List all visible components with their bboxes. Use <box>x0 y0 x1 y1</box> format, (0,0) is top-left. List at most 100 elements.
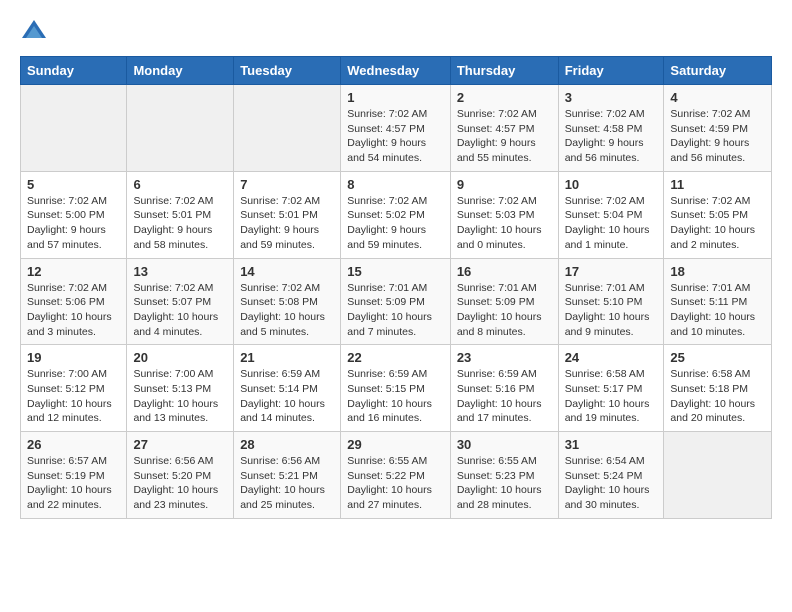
calendar-cell: 14 Sunrise: 7:02 AM Sunset: 5:08 PM Dayli… <box>234 258 341 345</box>
day-number: 7 <box>240 177 334 192</box>
day-number: 18 <box>670 264 765 279</box>
calendar-cell: 18 Sunrise: 7:01 AM Sunset: 5:11 PM Dayli… <box>664 258 772 345</box>
calendar-header-row: SundayMondayTuesdayWednesdayThursdayFrid… <box>21 57 772 85</box>
calendar-cell: 23 Sunrise: 6:59 AM Sunset: 5:16 PM Dayli… <box>450 345 558 432</box>
day-number: 2 <box>457 90 552 105</box>
day-number: 1 <box>347 90 444 105</box>
day-number: 3 <box>565 90 658 105</box>
day-number: 23 <box>457 350 552 365</box>
logo <box>20 18 52 46</box>
day-info: Sunrise: 6:57 AM Sunset: 5:19 PM Dayligh… <box>27 454 120 513</box>
calendar-cell: 28 Sunrise: 6:56 AM Sunset: 5:21 PM Dayli… <box>234 432 341 519</box>
calendar: SundayMondayTuesdayWednesdayThursdayFrid… <box>20 56 772 519</box>
day-info: Sunrise: 6:55 AM Sunset: 5:22 PM Dayligh… <box>347 454 444 513</box>
calendar-cell: 9 Sunrise: 7:02 AM Sunset: 5:03 PM Daylig… <box>450 171 558 258</box>
day-number: 11 <box>670 177 765 192</box>
calendar-header-saturday: Saturday <box>664 57 772 85</box>
calendar-header-friday: Friday <box>558 57 664 85</box>
calendar-week-row: 5Sunrise: 7:02 AM Sunset: 5:00 PM Daylig… <box>21 171 772 258</box>
calendar-cell: 19 Sunrise: 7:00 AM Sunset: 5:12 PM Dayli… <box>21 345 127 432</box>
day-number: 21 <box>240 350 334 365</box>
day-info: Sunrise: 6:56 AM Sunset: 5:21 PM Dayligh… <box>240 454 334 513</box>
day-info: Sunrise: 7:01 AM Sunset: 5:11 PM Dayligh… <box>670 281 765 340</box>
day-info: Sunrise: 7:02 AM Sunset: 4:57 PM Dayligh… <box>457 107 552 166</box>
day-number: 26 <box>27 437 120 452</box>
day-number: 16 <box>457 264 552 279</box>
day-number: 8 <box>347 177 444 192</box>
calendar-cell: 4 Sunrise: 7:02 AM Sunset: 4:59 PM Daylig… <box>664 85 772 172</box>
calendar-cell: 7Sunrise: 7:02 AM Sunset: 5:01 PM Daylig… <box>234 171 341 258</box>
calendar-cell: 11 Sunrise: 7:02 AM Sunset: 5:05 PM Dayli… <box>664 171 772 258</box>
day-info: Sunrise: 7:02 AM Sunset: 4:58 PM Dayligh… <box>565 107 658 166</box>
calendar-cell: 29Sunrise: 6:55 AM Sunset: 5:22 PM Dayli… <box>341 432 451 519</box>
calendar-cell: 6 Sunrise: 7:02 AM Sunset: 5:01 PM Daylig… <box>127 171 234 258</box>
day-number: 13 <box>133 264 227 279</box>
day-info: Sunrise: 6:59 AM Sunset: 5:16 PM Dayligh… <box>457 367 552 426</box>
day-number: 30 <box>457 437 552 452</box>
calendar-cell: 22 Sunrise: 6:59 AM Sunset: 5:15 PM Dayli… <box>341 345 451 432</box>
day-info: Sunrise: 6:59 AM Sunset: 5:15 PM Dayligh… <box>347 367 444 426</box>
calendar-header-thursday: Thursday <box>450 57 558 85</box>
calendar-week-row: 12Sunrise: 7:02 AM Sunset: 5:06 PM Dayli… <box>21 258 772 345</box>
day-info: Sunrise: 7:02 AM Sunset: 4:59 PM Dayligh… <box>670 107 765 166</box>
day-number: 27 <box>133 437 227 452</box>
calendar-cell: 27 Sunrise: 6:56 AM Sunset: 5:20 PM Dayli… <box>127 432 234 519</box>
calendar-cell: 24 Sunrise: 6:58 AM Sunset: 5:17 PM Dayli… <box>558 345 664 432</box>
day-number: 24 <box>565 350 658 365</box>
calendar-cell: 21 Sunrise: 6:59 AM Sunset: 5:14 PM Dayli… <box>234 345 341 432</box>
calendar-week-row: 1 Sunrise: 7:02 AM Sunset: 4:57 PM Daylig… <box>21 85 772 172</box>
calendar-cell: 17Sunrise: 7:01 AM Sunset: 5:10 PM Dayli… <box>558 258 664 345</box>
calendar-cell <box>664 432 772 519</box>
page: SundayMondayTuesdayWednesdayThursdayFrid… <box>0 0 792 537</box>
day-info: Sunrise: 7:00 AM Sunset: 5:13 PM Dayligh… <box>133 367 227 426</box>
calendar-cell: 16 Sunrise: 7:01 AM Sunset: 5:09 PM Dayli… <box>450 258 558 345</box>
day-number: 5 <box>27 177 120 192</box>
calendar-cell: 5Sunrise: 7:02 AM Sunset: 5:00 PM Daylig… <box>21 171 127 258</box>
day-info: Sunrise: 6:58 AM Sunset: 5:18 PM Dayligh… <box>670 367 765 426</box>
day-info: Sunrise: 7:01 AM Sunset: 5:09 PM Dayligh… <box>457 281 552 340</box>
calendar-cell: 12Sunrise: 7:02 AM Sunset: 5:06 PM Dayli… <box>21 258 127 345</box>
calendar-cell: 8Sunrise: 7:02 AM Sunset: 5:02 PM Daylig… <box>341 171 451 258</box>
day-info: Sunrise: 7:01 AM Sunset: 5:09 PM Dayligh… <box>347 281 444 340</box>
calendar-cell <box>21 85 127 172</box>
day-number: 4 <box>670 90 765 105</box>
day-info: Sunrise: 7:02 AM Sunset: 4:57 PM Dayligh… <box>347 107 444 166</box>
day-number: 12 <box>27 264 120 279</box>
calendar-cell: 15 Sunrise: 7:01 AM Sunset: 5:09 PM Dayli… <box>341 258 451 345</box>
day-info: Sunrise: 7:00 AM Sunset: 5:12 PM Dayligh… <box>27 367 120 426</box>
day-info: Sunrise: 7:02 AM Sunset: 5:05 PM Dayligh… <box>670 194 765 253</box>
day-info: Sunrise: 6:59 AM Sunset: 5:14 PM Dayligh… <box>240 367 334 426</box>
day-info: Sunrise: 6:55 AM Sunset: 5:23 PM Dayligh… <box>457 454 552 513</box>
calendar-header-wednesday: Wednesday <box>341 57 451 85</box>
day-number: 9 <box>457 177 552 192</box>
calendar-cell: 31Sunrise: 6:54 AM Sunset: 5:24 PM Dayli… <box>558 432 664 519</box>
day-number: 20 <box>133 350 227 365</box>
day-number: 14 <box>240 264 334 279</box>
header <box>20 18 772 46</box>
day-number: 15 <box>347 264 444 279</box>
calendar-header-monday: Monday <box>127 57 234 85</box>
calendar-cell: 3 Sunrise: 7:02 AM Sunset: 4:58 PM Daylig… <box>558 85 664 172</box>
day-info: Sunrise: 7:01 AM Sunset: 5:10 PM Dayligh… <box>565 281 658 340</box>
day-info: Sunrise: 6:56 AM Sunset: 5:20 PM Dayligh… <box>133 454 227 513</box>
day-number: 19 <box>27 350 120 365</box>
calendar-cell: 26 Sunrise: 6:57 AM Sunset: 5:19 PM Dayli… <box>21 432 127 519</box>
day-info: Sunrise: 7:02 AM Sunset: 5:08 PM Dayligh… <box>240 281 334 340</box>
day-number: 6 <box>133 177 227 192</box>
calendar-cell: 10 Sunrise: 7:02 AM Sunset: 5:04 PM Dayli… <box>558 171 664 258</box>
day-number: 28 <box>240 437 334 452</box>
calendar-cell <box>234 85 341 172</box>
calendar-cell: 2 Sunrise: 7:02 AM Sunset: 4:57 PM Daylig… <box>450 85 558 172</box>
calendar-cell: 1 Sunrise: 7:02 AM Sunset: 4:57 PM Daylig… <box>341 85 451 172</box>
logo-icon <box>20 18 48 46</box>
day-info: Sunrise: 7:02 AM Sunset: 5:04 PM Dayligh… <box>565 194 658 253</box>
calendar-header-sunday: Sunday <box>21 57 127 85</box>
calendar-cell: 20 Sunrise: 7:00 AM Sunset: 5:13 PM Dayli… <box>127 345 234 432</box>
day-number: 22 <box>347 350 444 365</box>
calendar-cell: 25Sunrise: 6:58 AM Sunset: 5:18 PM Dayli… <box>664 345 772 432</box>
day-number: 10 <box>565 177 658 192</box>
day-info: Sunrise: 7:02 AM Sunset: 5:03 PM Dayligh… <box>457 194 552 253</box>
calendar-week-row: 19 Sunrise: 7:00 AM Sunset: 5:12 PM Dayli… <box>21 345 772 432</box>
day-info: Sunrise: 6:58 AM Sunset: 5:17 PM Dayligh… <box>565 367 658 426</box>
day-info: Sunrise: 7:02 AM Sunset: 5:01 PM Dayligh… <box>133 194 227 253</box>
